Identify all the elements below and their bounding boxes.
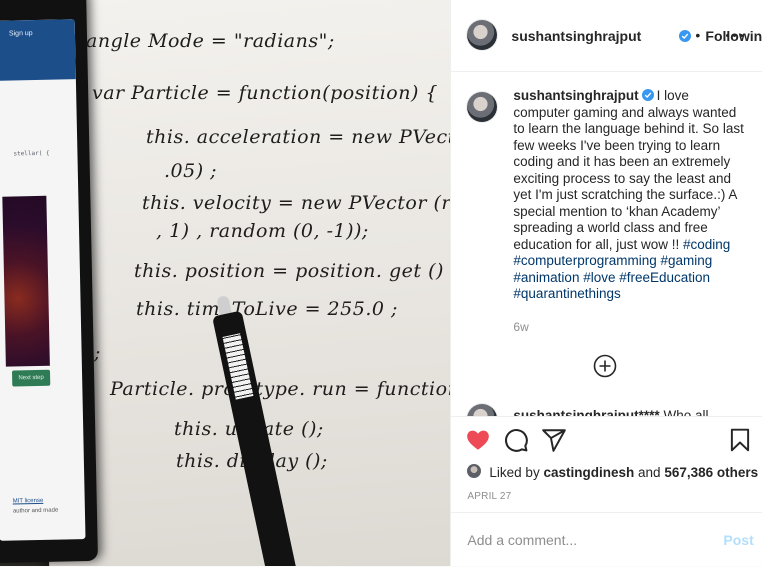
handwriting-line: var Particle = function(position) {: [92, 82, 439, 104]
caption-username[interactable]: sushantsinghrajput: [513, 88, 638, 103]
header-separator: •: [695, 27, 701, 43]
handwriting-line: this. velocity = new PVector (rando: [142, 192, 451, 214]
tablet-screen: Sign up stellar( { Next step MIT license…: [0, 19, 86, 541]
comment-icon[interactable]: [503, 427, 531, 455]
tablet-next-step-button: Next step: [11, 369, 51, 387]
likes-prefix: Liked by: [489, 465, 540, 480]
handwriting-line: , 1) , random (0, -1));: [156, 220, 369, 242]
tablet-header: [0, 19, 76, 81]
author-username[interactable]: sushantsinghrajput: [511, 28, 641, 44]
post-side-panel: sushantsinghrajput • Following sushantsi…: [450, 0, 762, 566]
handwriting-line: angle Mode = "radians";: [86, 30, 335, 52]
handwriting-line: Particle. prototype. run = function(): [110, 378, 451, 400]
handwriting-line: this. acceleration = new PVector (0,: [146, 126, 450, 148]
post-photo[interactable]: Sign up stellar( { Next step MIT license…: [0, 0, 451, 566]
handwriting-line: ;: [94, 342, 101, 364]
load-more-comments-icon[interactable]: [593, 354, 617, 378]
handwriting-line: .05) ;: [164, 160, 218, 182]
post-comment-button[interactable]: Post: [723, 532, 753, 548]
action-bar: [451, 416, 762, 467]
commenter-avatar[interactable]: [467, 404, 498, 416]
comments-section[interactable]: sushantsinghrajput I love computer gaming…: [451, 72, 762, 416]
bookmark-icon[interactable]: [727, 427, 755, 455]
comment-composer: Post: [451, 512, 762, 567]
handwriting-line: this. timeToLive = 255.0 ;: [136, 298, 398, 320]
likes-count[interactable]: 567,386 others: [664, 465, 758, 480]
commenter-username[interactable]: sushantsinghrajput****: [513, 408, 659, 416]
author-avatar[interactable]: [467, 20, 498, 50]
caption-verified-icon: [641, 89, 654, 101]
tablet-particle-canvas: [2, 195, 50, 367]
tablet-signup-text: Sign up: [8, 30, 33, 38]
caption-body: I love computer gaming and always wanted…: [513, 88, 744, 252]
liker-username[interactable]: castingdinesh: [543, 465, 634, 480]
handwriting-line: this. position = position. get () ;: [134, 260, 451, 282]
caption-text-block: sushantsinghrajput I love computer gaming…: [513, 88, 747, 303]
likes-summary: Liked by castingdinesh and 567,386 other…: [467, 462, 758, 482]
verified-badge-icon: [679, 30, 692, 42]
likes-conjunction: and: [638, 465, 661, 480]
post-header: sushantsinghrajput • Following: [451, 0, 762, 72]
instagram-post: Sign up stellar( { Next step MIT license…: [0, 0, 762, 566]
tablet: Sign up stellar( { Next step MIT license…: [0, 0, 98, 564]
heart-filled-icon[interactable]: [465, 427, 493, 455]
more-options-icon[interactable]: [723, 25, 747, 45]
comment-body: Who all: [663, 408, 709, 416]
post-age[interactable]: 6w: [513, 320, 528, 334]
tablet-footer-text: author and made: [12, 507, 59, 515]
tablet-license-link: MIT license: [12, 497, 44, 505]
comment-text: sushantsinghrajput**** Who all: [513, 408, 743, 416]
share-icon[interactable]: [541, 427, 569, 455]
tablet-code-text: stellar( {: [13, 149, 50, 158]
likes-text: Liked by castingdinesh and 567,386 other…: [489, 465, 758, 480]
liker-avatar[interactable]: [467, 464, 482, 478]
caption-author-avatar[interactable]: [467, 92, 498, 122]
comment-input[interactable]: [465, 529, 710, 551]
post-date[interactable]: APRIL 27: [467, 491, 511, 502]
